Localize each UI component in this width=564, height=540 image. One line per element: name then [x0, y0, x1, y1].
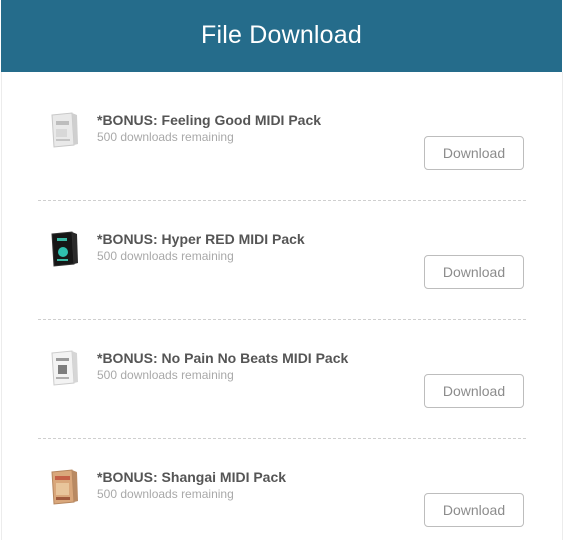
- file-download-page: File Download *BONUS: Feeling Good MIDI …: [0, 0, 564, 540]
- file-item: *BONUS: No Pain No Beats MIDI Pack 500 d…: [38, 311, 526, 430]
- file-title: *BONUS: Feeling Good MIDI Pack: [97, 112, 322, 128]
- page-title: File Download: [200, 20, 362, 49]
- downloads-remaining: 500 downloads remaining: [97, 249, 234, 263]
- panel-border-right: [562, 72, 563, 540]
- product-box-icon: [46, 349, 80, 387]
- downloads-remaining: 500 downloads remaining: [97, 487, 234, 501]
- file-item: *BONUS: Feeling Good MIDI Pack 500 downl…: [38, 73, 526, 192]
- download-button[interactable]: Download: [424, 374, 524, 408]
- page-header: File Download: [1, 0, 562, 72]
- file-title: *BONUS: Shangai MIDI Pack: [97, 469, 287, 485]
- file-title: *BONUS: Hyper RED MIDI Pack: [97, 231, 305, 247]
- file-item: *BONUS: Shangai MIDI Pack 500 downloads …: [38, 430, 526, 540]
- download-button[interactable]: Download: [424, 136, 524, 170]
- file-item: *BONUS: Hyper RED MIDI Pack 500 download…: [38, 192, 526, 311]
- product-box-icon: [46, 111, 80, 149]
- file-title: *BONUS: No Pain No Beats MIDI Pack: [97, 350, 349, 366]
- panel-border-left: [1, 72, 2, 540]
- downloads-remaining: 500 downloads remaining: [97, 130, 234, 144]
- product-box-icon: [46, 230, 80, 268]
- download-button[interactable]: Download: [424, 255, 524, 289]
- download-button[interactable]: Download: [424, 493, 524, 527]
- downloads-remaining: 500 downloads remaining: [97, 368, 234, 382]
- product-box-icon: [46, 468, 80, 506]
